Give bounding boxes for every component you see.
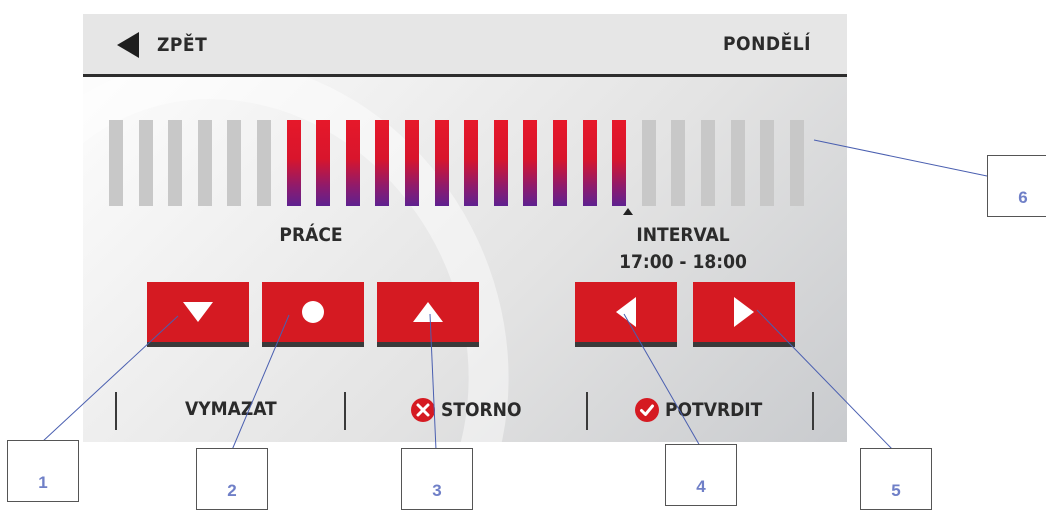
divider: [344, 392, 346, 430]
back-label: ZPĚT: [157, 34, 208, 56]
hour-bar[interactable]: [583, 120, 597, 206]
hour-bar[interactable]: [731, 120, 745, 206]
hour-bar[interactable]: [701, 120, 715, 206]
delete-label: VYMAZAT: [185, 398, 277, 420]
previous-button[interactable]: [575, 282, 677, 347]
circle-icon: [301, 300, 325, 324]
hour-bar[interactable]: [523, 120, 537, 206]
callout-5: 5: [860, 448, 932, 510]
back-button[interactable]: ZPĚT: [117, 32, 207, 58]
callout-2: 2: [196, 448, 268, 510]
back-arrow-icon: [117, 32, 139, 58]
callout-1: 1: [7, 440, 79, 502]
hour-bar[interactable]: [671, 120, 685, 206]
hour-bar[interactable]: [168, 120, 182, 206]
hour-bar[interactable]: [642, 120, 656, 206]
divider: [586, 392, 588, 430]
hour-bar[interactable]: [435, 120, 449, 206]
down-button[interactable]: [147, 282, 249, 347]
hour-bar[interactable]: [198, 120, 212, 206]
confirm-button[interactable]: POTVRDIT: [635, 398, 762, 422]
hour-bar[interactable]: [316, 120, 330, 206]
up-arrow-icon: [413, 302, 443, 322]
hour-bar[interactable]: [760, 120, 774, 206]
top-bar: ZPĚT PONDĚLÍ: [83, 14, 847, 77]
hour-bar[interactable]: [257, 120, 271, 206]
next-button[interactable]: [693, 282, 795, 347]
down-arrow-icon: [183, 302, 213, 322]
circle-button[interactable]: [262, 282, 364, 347]
hour-bar[interactable]: [227, 120, 241, 206]
up-button[interactable]: [377, 282, 479, 347]
callout-3: 3: [401, 448, 473, 510]
divider: [812, 392, 814, 430]
hour-bar[interactable]: [375, 120, 389, 206]
hour-bar[interactable]: [553, 120, 567, 206]
hour-bar[interactable]: [287, 120, 301, 206]
right-arrow-icon: [734, 297, 754, 327]
hour-bar[interactable]: [109, 120, 123, 206]
hour-bar[interactable]: [346, 120, 360, 206]
selected-interval-marker: [623, 208, 633, 215]
interval-label: INTERVAL: [636, 224, 730, 246]
hour-bar[interactable]: [790, 120, 804, 206]
cancel-button[interactable]: STORNO: [411, 398, 522, 422]
confirm-label: POTVRDIT: [665, 399, 763, 421]
hour-bar[interactable]: [405, 120, 419, 206]
hour-bar[interactable]: [139, 120, 153, 206]
confirm-check-icon: [635, 398, 659, 422]
divider: [115, 392, 117, 430]
thermostat-screen: ZPĚT PONDĚLÍ PRÁCE INTERVAL 17:00 - 18:0…: [83, 14, 847, 442]
cancel-label: STORNO: [441, 399, 522, 421]
hour-bars[interactable]: [109, 120, 819, 206]
hour-bar[interactable]: [612, 120, 626, 206]
mode-label: PRÁCE: [279, 224, 343, 246]
callout-4: 4: [665, 444, 737, 506]
interval-time: 17:00 - 18:00: [619, 251, 747, 273]
cancel-x-icon: [411, 398, 435, 422]
hour-bar[interactable]: [464, 120, 478, 206]
callout-6: 6: [987, 155, 1046, 217]
hour-bar[interactable]: [494, 120, 508, 206]
left-arrow-icon: [616, 297, 636, 327]
footer-bar: VYMAZAT STORNO POTVRDIT: [83, 382, 847, 442]
delete-button[interactable]: VYMAZAT: [185, 398, 277, 420]
day-title: PONDĚLÍ: [723, 33, 811, 55]
